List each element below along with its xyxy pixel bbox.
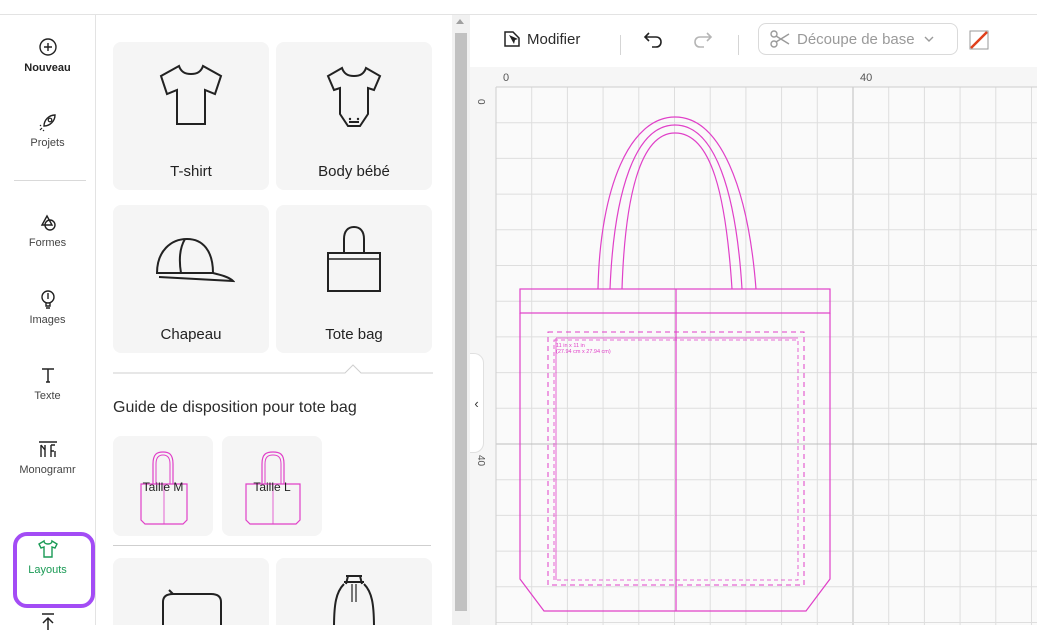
- product-card-onesie[interactable]: Body bébé: [276, 42, 432, 190]
- sidebar-item-label: Projets: [30, 137, 65, 149]
- line-color-swatch[interactable]: [968, 29, 990, 51]
- product-card-tshirt[interactable]: T-shirt: [113, 42, 269, 190]
- scroll-up-icon[interactable]: [456, 19, 464, 24]
- guide-card-size-l[interactable]: Taille L: [222, 436, 322, 536]
- text-icon: [41, 368, 54, 383]
- section-divider: [113, 364, 433, 374]
- product-card-cap[interactable]: Chapeau: [113, 205, 269, 353]
- sidebar-item-projects[interactable]: Projets: [0, 110, 95, 149]
- canvas-grid: 0 40 0 40 11 in x 11 in (27.94 cm x 27.9…: [470, 67, 1037, 625]
- drawstring-bag-icon: [333, 575, 375, 625]
- undo-icon[interactable]: [642, 29, 664, 49]
- left-sidebar: Nouveau Projets Formes Images Texte Mono…: [0, 15, 96, 630]
- sidebar-item-images[interactable]: Images: [0, 287, 95, 326]
- tshirt-icon: [37, 539, 58, 558]
- scissors-icon: [770, 30, 790, 48]
- guide-label: Taille M: [142, 480, 184, 494]
- guide-card-size-m[interactable]: Taille M: [113, 436, 213, 536]
- cap-icon: [155, 237, 235, 283]
- ruler-top-label: 40: [860, 72, 872, 84]
- edit-shape-icon: [504, 31, 520, 47]
- product-label: Tote bag: [325, 326, 383, 343]
- scrollbar-thumb[interactable]: [455, 33, 467, 611]
- sidebar-item-shapes[interactable]: Formes: [0, 210, 95, 249]
- tote-bag-icon: [327, 225, 381, 292]
- product-label: Chapeau: [160, 326, 222, 343]
- product-label: T-shirt: [170, 163, 212, 180]
- plus-circle-icon: [38, 38, 57, 56]
- operation-label: Découpe de base: [797, 30, 915, 48]
- sidebar-item-label: Images: [29, 314, 66, 326]
- monogram-icon: [38, 441, 57, 457]
- sidebar-item-monogram[interactable]: Monogramr: [0, 437, 95, 476]
- ruler-top-label: 0: [503, 72, 509, 84]
- sidebar-item-label: Monogramr: [19, 464, 76, 476]
- design-canvas[interactable]: 0 40 0 40 11 in x 11 in (27.94 cm x 27.9…: [470, 67, 1037, 625]
- rocket-icon: [39, 114, 56, 132]
- sidebar-item-label: Layouts: [28, 564, 67, 576]
- onesie-icon: [326, 66, 382, 127]
- dimension-label: (27.94 cm x 27.94 cm): [556, 349, 611, 355]
- toolbar-divider: [738, 35, 739, 55]
- section-divider: [113, 545, 431, 546]
- panel-scrollbar[interactable]: [452, 15, 470, 625]
- collapse-panel-button[interactable]: ‹: [470, 353, 484, 453]
- bulb-icon: [40, 290, 55, 309]
- ruler-left-label: 0: [475, 99, 486, 105]
- toolbar-divider: [620, 35, 621, 55]
- modify-button[interactable]: Modifier: [502, 29, 580, 49]
- operation-select[interactable]: Découpe de base: [758, 23, 958, 55]
- sidebar-item-label: Texte: [34, 390, 61, 402]
- sidebar-item-label: Formes: [28, 237, 67, 249]
- product-card-pouch[interactable]: [113, 558, 269, 625]
- sidebar-item-text[interactable]: Texte: [0, 363, 95, 402]
- shapes-icon: [40, 214, 56, 231]
- modify-label: Modifier: [527, 30, 581, 48]
- chevron-left-icon: ‹: [474, 395, 479, 411]
- canvas-toolbar: Modifier Découpe de base: [470, 15, 1037, 67]
- upload-icon: [41, 613, 54, 630]
- redo-icon[interactable]: [692, 29, 714, 49]
- ruler-left-label: 40: [475, 455, 486, 467]
- sidebar-item-layouts[interactable]: Layouts: [0, 537, 95, 576]
- pouch-icon: [162, 589, 222, 625]
- product-card-tote-bag[interactable]: Tote bag: [276, 205, 432, 353]
- sidebar-divider: [14, 180, 86, 181]
- sidebar-item-new[interactable]: Nouveau: [0, 35, 95, 74]
- guide-title: Guide de disposition pour tote bag: [113, 399, 357, 416]
- tshirt-icon: [159, 64, 223, 125]
- chevron-down-icon: [924, 36, 934, 42]
- guide-label: Taille L: [253, 480, 291, 494]
- product-card-drawstring-bag[interactable]: [276, 558, 432, 625]
- sidebar-item-label: Nouveau: [24, 62, 71, 74]
- product-label: Body bébé: [318, 163, 390, 180]
- layouts-panel: T-shirt Body bébé Chapeau Tote bag Guide…: [96, 15, 452, 625]
- sidebar-item-upload[interactable]: [0, 610, 95, 634]
